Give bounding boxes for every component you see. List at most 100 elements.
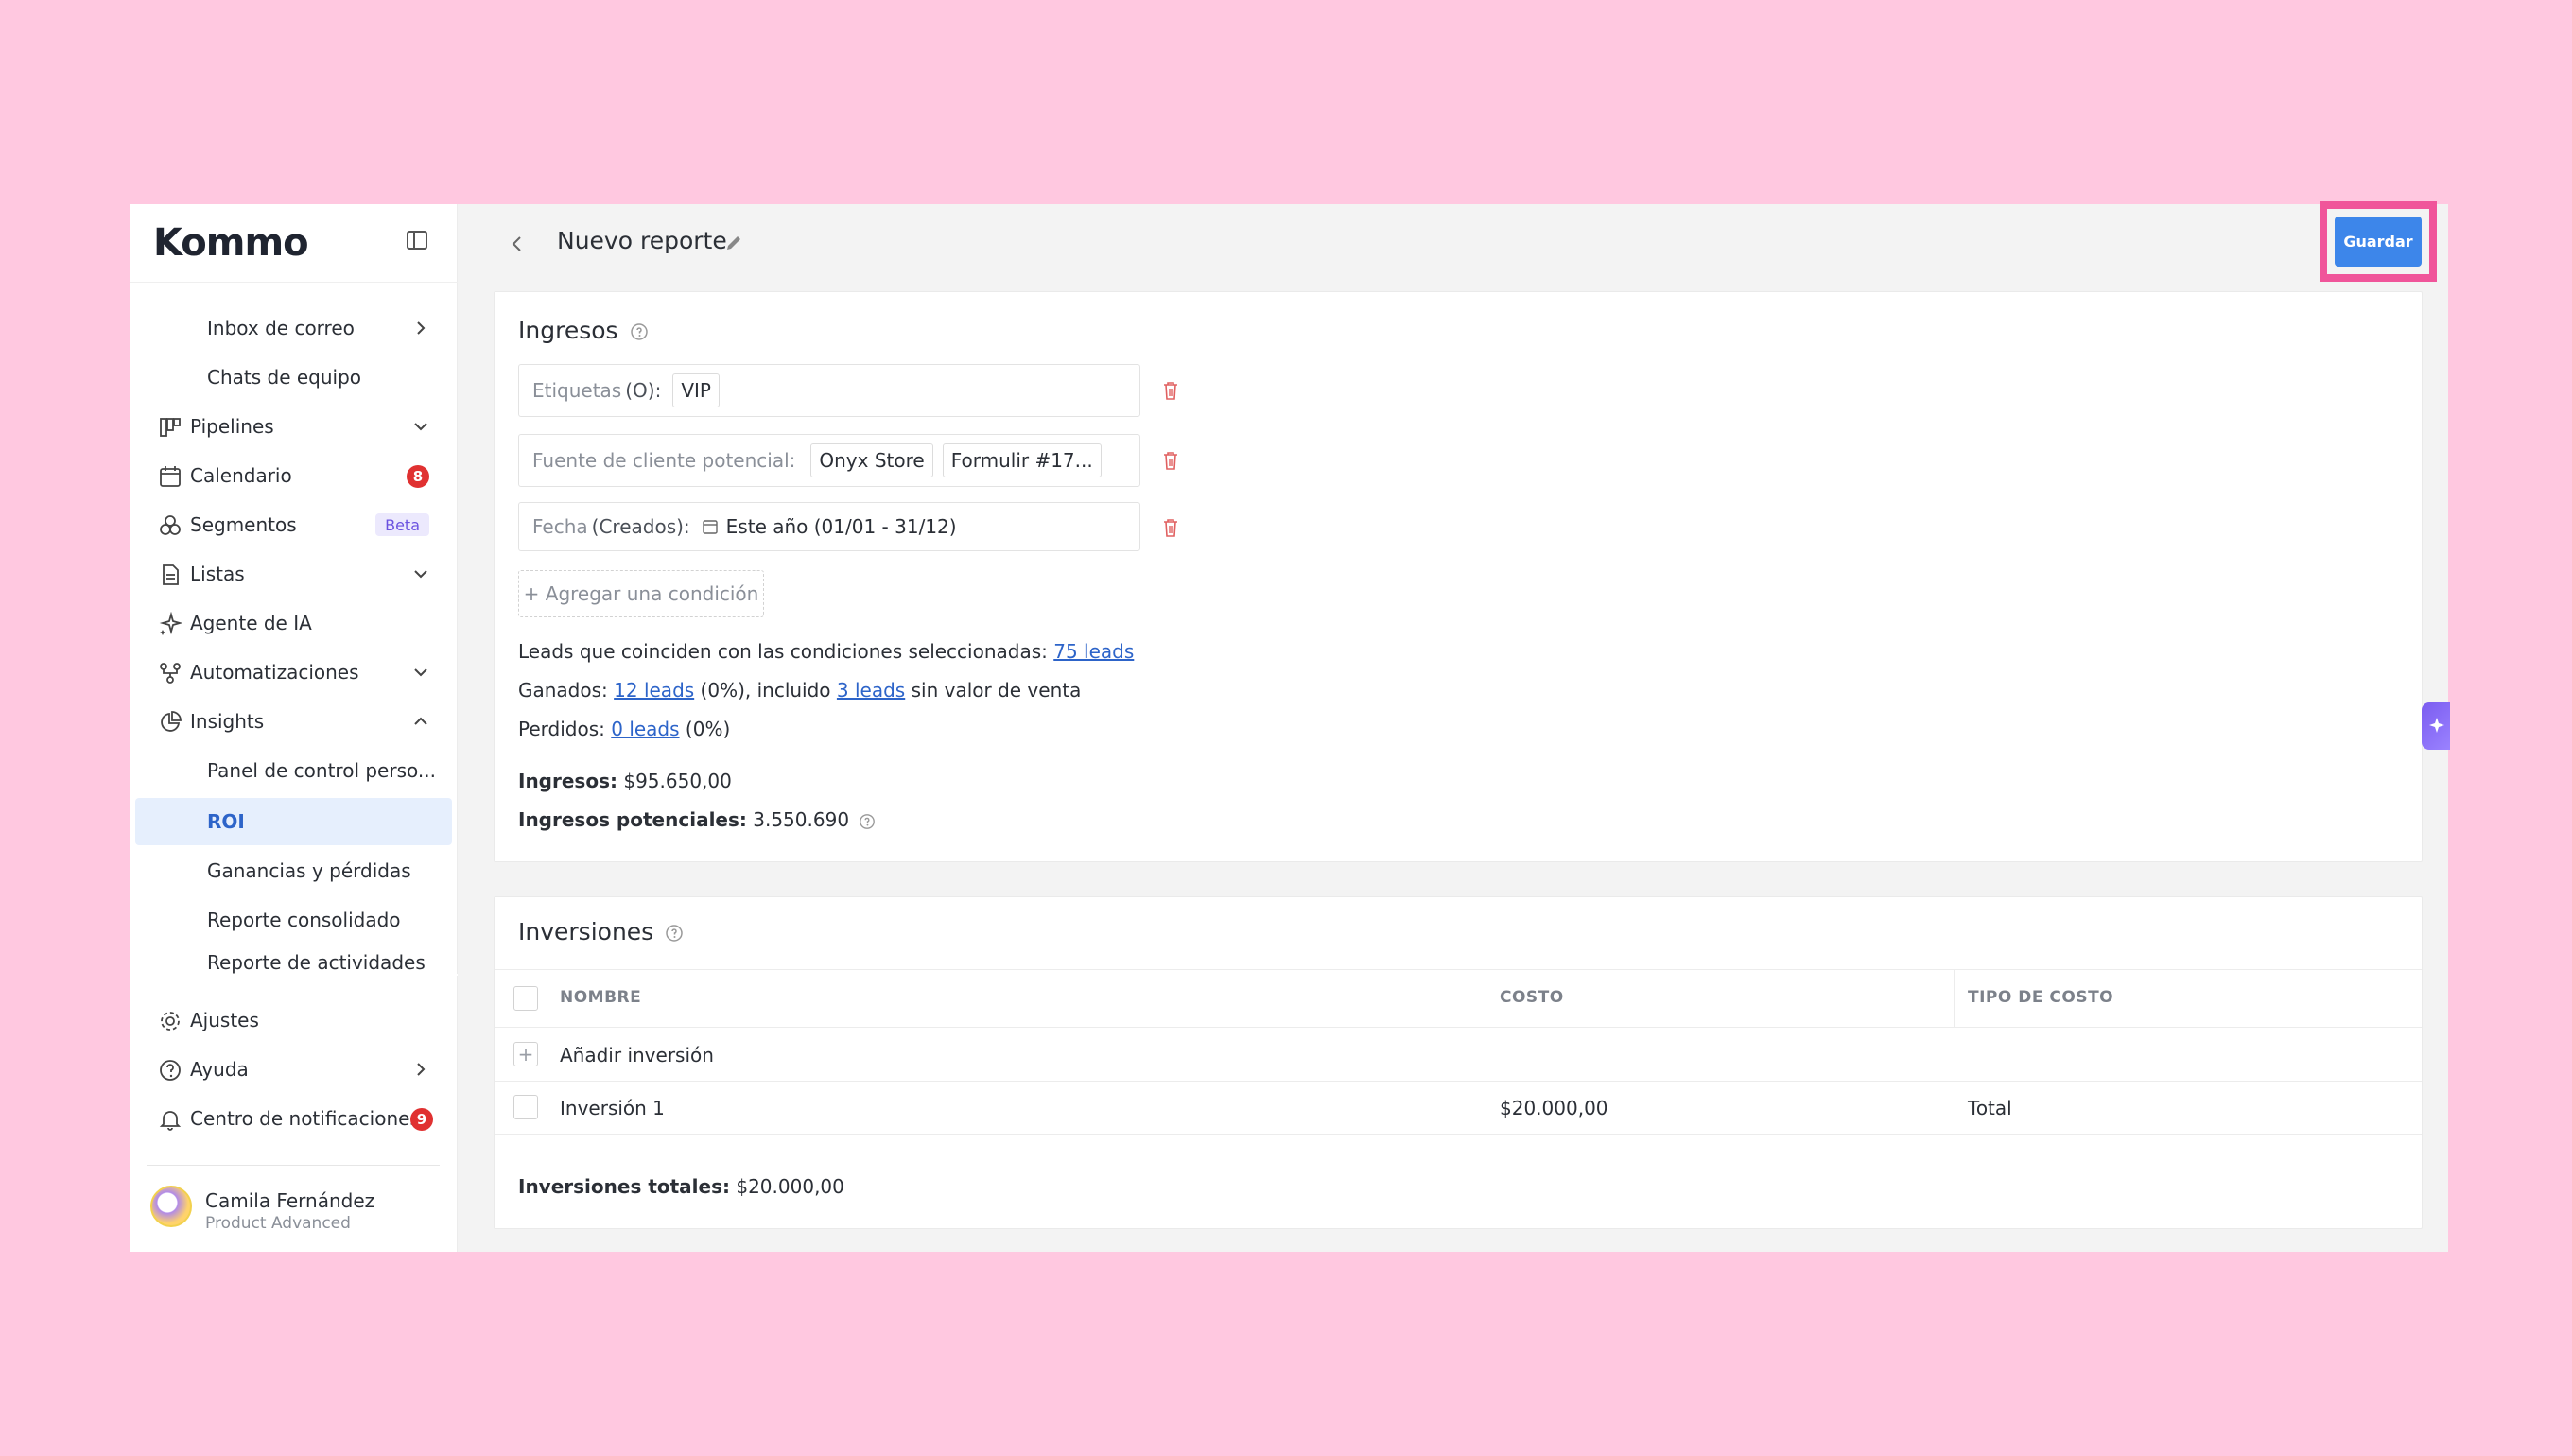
condition-key: Fuente de cliente potencial:: [532, 449, 796, 472]
lost-leads-line: Perdidos: 0 leads (0%): [518, 718, 730, 740]
pencil-icon[interactable]: [723, 233, 744, 253]
total-investments-value: $20.000,00: [736, 1175, 844, 1198]
table-header: NOMBRE COSTO TIPO DE COSTO: [495, 969, 2422, 1028]
investment-cost: $20.000,00: [1500, 1097, 1608, 1119]
calendar-icon: [702, 520, 718, 534]
sidebar-item-label: Reporte de actividades: [207, 951, 426, 974]
sidebar-item-insights[interactable]: Insights: [135, 698, 452, 745]
sidebar-item-calendar[interactable]: Calendario 8: [135, 452, 452, 499]
help-icon[interactable]: [859, 813, 876, 830]
condition-date[interactable]: Fecha (Creados): Este año (01/01 - 31/12…: [518, 502, 1140, 551]
sidebar-item-profit-loss[interactable]: Ganancias y pérdidas: [135, 847, 452, 894]
scroll-cutoff: [130, 974, 458, 976]
source-chip[interactable]: Onyx Store: [810, 443, 933, 477]
sidebar-item-label: Reporte consolidado: [207, 909, 401, 931]
revenue-title: Ingresos: [518, 317, 649, 344]
condition-tags[interactable]: Etiquetas (O): VIP: [518, 364, 1140, 417]
add-investment-label[interactable]: Añadir inversión: [560, 1044, 714, 1066]
sidebar-item-consolidated-report[interactable]: Reporte consolidado: [135, 896, 452, 944]
tag-chip[interactable]: VIP: [672, 373, 720, 407]
sidebar-item-team-chats[interactable]: Chats de equipo: [135, 354, 452, 401]
total-investments-line: Inversiones totales: $20.000,00: [518, 1175, 844, 1198]
sidebar-item-label: Panel de control perso...: [207, 759, 436, 782]
trash-icon[interactable]: [1161, 380, 1180, 401]
condition-param: (O):: [625, 379, 662, 402]
investments-title: Inversiones: [518, 918, 684, 945]
add-investment-row[interactable]: + Añadir inversión: [495, 1029, 2422, 1082]
back-arrow-icon[interactable]: [506, 233, 529, 255]
trash-icon[interactable]: [1161, 450, 1180, 471]
total-investments-label: Inversiones totales:: [518, 1175, 730, 1198]
investment-name: Inversión 1: [560, 1097, 665, 1119]
sidebar-item-roi[interactable]: ROI: [135, 798, 452, 845]
segments-icon: [160, 515, 181, 535]
ai-assistant-tab[interactable]: [2422, 702, 2450, 750]
avatar[interactable]: [150, 1186, 192, 1227]
investment-cost-type: Total: [1968, 1097, 2012, 1119]
automations-icon: [160, 663, 181, 684]
won-leads-link[interactable]: 12 leads: [614, 679, 694, 702]
date-range-value: Este año (01/01 - 31/12): [725, 515, 957, 538]
chevron-right-icon: [417, 321, 426, 335]
help-icon[interactable]: [665, 924, 684, 943]
profile-name: Camila Fernández: [205, 1189, 375, 1212]
condition-key: Fecha: [532, 515, 588, 538]
lost-label: Perdidos:: [518, 718, 605, 740]
sidebar-item-custom-dashboard[interactable]: Panel de control perso...: [135, 747, 452, 794]
sidebar-item-label: Pipelines: [190, 415, 274, 438]
table-row[interactable]: Inversión 1 $20.000,00 Total: [495, 1082, 2422, 1135]
chevron-down-icon: [414, 668, 427, 677]
sidebar-item-label: Listas: [190, 563, 245, 585]
condition-key: Etiquetas: [532, 379, 622, 402]
matching-leads-label: Leads que coinciden con las condiciones …: [518, 640, 1048, 663]
column-header-name: NOMBRE: [560, 988, 642, 1007]
trash-icon[interactable]: [1161, 517, 1180, 538]
column-header-cost-type: TIPO DE COSTO: [1968, 988, 2114, 1007]
sparkle-icon: [159, 612, 182, 635]
lists-icon: [163, 564, 179, 585]
sidebar-item-ai-agent[interactable]: Agente de IA: [135, 599, 452, 647]
sidebar-item-label: Calendario: [190, 464, 292, 487]
calendar-icon: [160, 466, 181, 487]
won-label: Ganados:: [518, 679, 608, 702]
source-chip[interactable]: Formulir #17...: [942, 443, 1102, 477]
sidebar-item-segments[interactable]: Segmentos Beta: [135, 501, 452, 548]
chevron-down-icon: [414, 423, 427, 431]
sidebar-item-pipelines[interactable]: Pipelines: [135, 403, 452, 450]
beta-badge: Beta: [375, 513, 429, 536]
sidebar-item-label: Chats de equipo: [207, 366, 362, 389]
lost-leads-link[interactable]: 0 leads: [611, 718, 679, 740]
revenue-panel: Ingresos Etiquetas (O): VIP Fuente de cl…: [494, 291, 2423, 862]
revenue-value: $95.650,00: [623, 770, 732, 792]
sidebar-item-help[interactable]: Ayuda: [135, 1046, 452, 1093]
sidebar-item-settings[interactable]: Ajustes: [135, 997, 452, 1044]
sidebar-collapse-icon[interactable]: [406, 229, 428, 251]
condition-lead-source[interactable]: Fuente de cliente potencial: Onyx Store …: [518, 434, 1140, 487]
sidebar-item-label: Ganancias y pérdidas: [207, 859, 411, 882]
sidebar-item-inbox[interactable]: Inbox de correo: [135, 304, 452, 352]
investments-panel: Inversiones NOMBRE COSTO TIPO DE COSTO +…: [494, 896, 2423, 1229]
select-all-checkbox[interactable]: [513, 986, 538, 1011]
sidebar-item-automations[interactable]: Automatizaciones: [135, 649, 452, 696]
help-icon[interactable]: [630, 322, 649, 341]
lost-suffix: (0%): [685, 718, 731, 740]
sidebar-item-lists[interactable]: Listas: [135, 550, 452, 598]
row-checkbox[interactable]: [513, 1095, 538, 1119]
sidebar-item-label: Insights: [190, 710, 265, 733]
save-button[interactable]: Guardar: [2335, 217, 2422, 267]
logo-divider: [130, 282, 458, 283]
plus-icon[interactable]: +: [513, 1042, 538, 1066]
no-value-leads-link[interactable]: 3 leads: [837, 679, 905, 702]
sidebar-item-notifications[interactable]: Centro de notificaciones 9: [135, 1095, 452, 1142]
potential-revenue-label: Ingresos potenciales:: [518, 808, 747, 831]
notifications-count-badge: 9: [410, 1108, 433, 1131]
gear-icon: [161, 1012, 180, 1031]
sidebar-item-activity-report[interactable]: Reporte de actividades: [135, 942, 452, 974]
won-suffix: sin valor de venta: [911, 679, 1082, 702]
matching-leads-link[interactable]: 75 leads: [1053, 640, 1134, 663]
add-condition-button[interactable]: + Agregar una condición: [518, 570, 764, 617]
sidebar: Kommo Inbox de correo Chats de equipo Pi…: [130, 204, 458, 1252]
sidebar-item-label: Segmentos: [190, 513, 297, 536]
condition-param: (Creados):: [591, 515, 690, 538]
potential-revenue-value: 3.550.690: [753, 808, 850, 831]
